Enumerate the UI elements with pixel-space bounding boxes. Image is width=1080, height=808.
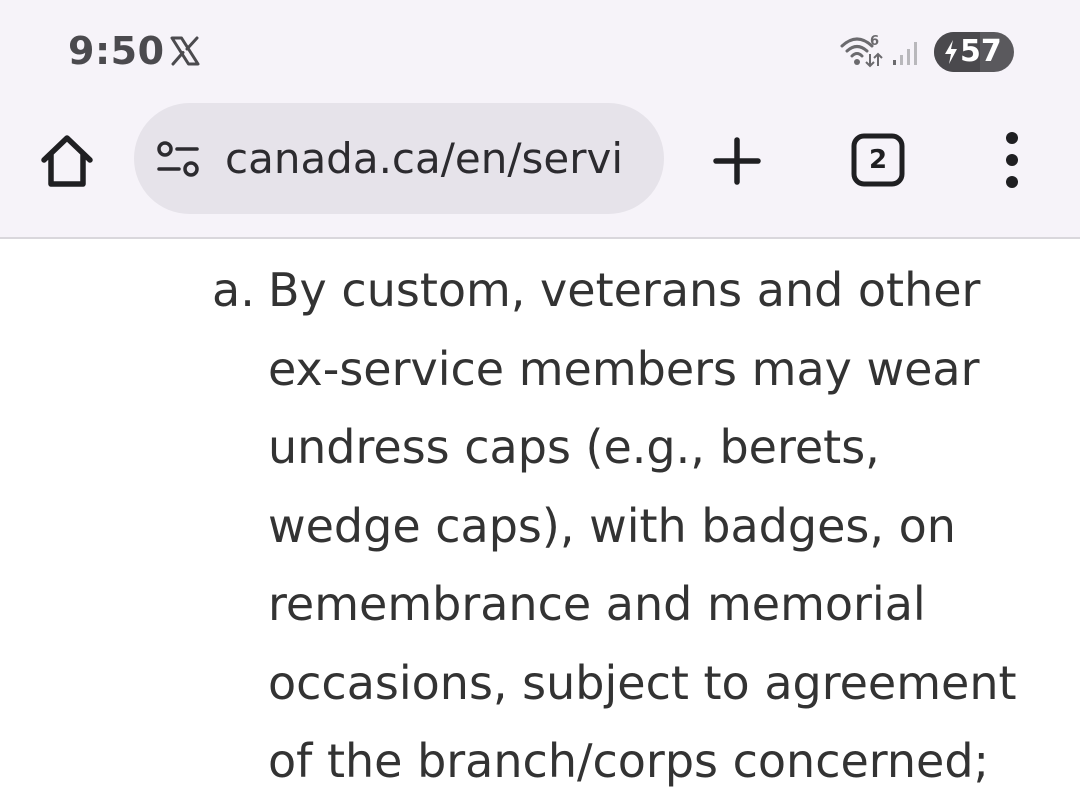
content-list: a. By custom, veterans and other ex-serv… [0,239,1080,808]
text-line: By custom, veterans and other [268,263,981,317]
list-item-marker: a. [212,263,255,317]
battery-indicator: 57 [934,32,1014,72]
url-text[interactable]: canada.ca/en/servi [225,133,623,185]
svg-text:6: 6 [870,34,879,49]
address-bar[interactable]: canada.ca/en/servi [134,103,664,214]
browser-screen: 9:50 6 57 canada.ca/en/servi 2 a. By cus… [0,0,1080,808]
tune-icon[interactable] [156,139,200,179]
charging-bolt-icon [945,40,957,64]
battery-percent: 57 [960,34,1002,69]
text-line: undress caps (e.g., berets, [268,420,880,474]
cell-signal-icon [893,42,917,65]
x-logo-icon [170,36,200,66]
text-line: of the branch/corps concerned; [268,734,990,788]
status-time: 9:50 [68,29,165,73]
wifi-6-icon: 6 [840,34,883,68]
tab-switcher-button[interactable]: 2 [850,132,906,188]
browser-chrome: 9:50 6 57 canada.ca/en/servi 2 [0,0,1080,238]
tab-count: 2 [868,145,888,175]
list-item-text: By custom, veterans and other ex-service… [268,251,1048,801]
text-line: occasions, subject to agreement [268,655,1017,710]
more-vert-icon[interactable] [992,130,1032,190]
text-line: ex-service members may wear [268,341,980,396]
new-tab-button[interactable] [708,132,766,190]
text-line: wedge caps), with badges, on [268,498,956,553]
text-line: remembrance and memorial [268,577,926,631]
home-button[interactable] [36,130,98,192]
